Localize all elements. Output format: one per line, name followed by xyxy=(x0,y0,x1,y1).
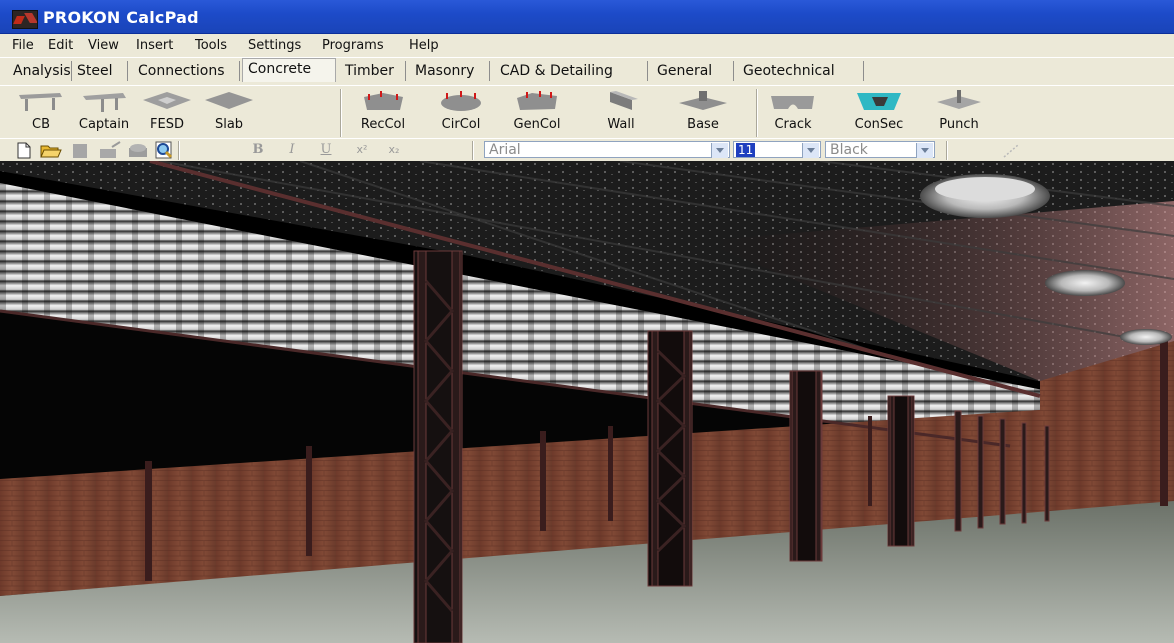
module-tabs: Analysis Steel Connections Concrete Timb… xyxy=(0,57,1174,86)
toolbar-separator xyxy=(340,89,342,137)
consec-label: ConSec xyxy=(854,117,904,132)
wall-button[interactable]: Wall xyxy=(590,86,652,138)
general-column-icon xyxy=(517,91,557,110)
flat-slab-icon xyxy=(143,92,191,109)
chevron-down-icon[interactable] xyxy=(802,143,819,158)
format-separator xyxy=(946,141,948,160)
base-button[interactable]: Base xyxy=(672,86,734,138)
font-size-value: 11 xyxy=(736,143,756,157)
circol-button[interactable]: CirCol xyxy=(430,86,492,138)
chevron-down-icon[interactable] xyxy=(916,143,933,158)
font-name-select[interactable]: Arial xyxy=(484,141,730,158)
underline-button[interactable]: U xyxy=(315,141,337,159)
tab-cad-detailing[interactable]: CAD & Detailing xyxy=(495,61,648,81)
format-separator xyxy=(472,141,474,160)
circol-label: CirCol xyxy=(441,117,481,132)
color-value: Black xyxy=(830,142,868,158)
tab-masonry[interactable]: Masonry xyxy=(410,61,490,81)
slab-label: Slab xyxy=(214,117,244,132)
menu-programs[interactable]: Programs xyxy=(322,38,384,53)
window-title: PROKON CalcPad xyxy=(43,8,199,27)
cb-button[interactable]: CB xyxy=(10,86,72,138)
menu-bar: File Edit View Insert Tools Settings Pro… xyxy=(0,34,1174,57)
tab-steel[interactable]: Steel xyxy=(72,61,128,81)
export-icon[interactable] xyxy=(98,141,122,159)
circular-column-icon xyxy=(441,91,481,111)
captain-button[interactable]: Captain xyxy=(73,86,135,138)
color-select[interactable]: Black xyxy=(825,141,935,158)
tab-analysis[interactable]: Analysis xyxy=(8,61,72,81)
base-label: Base xyxy=(687,117,719,132)
concrete-section-icon xyxy=(857,93,901,110)
wall-label: Wall xyxy=(607,117,635,132)
reccol-label: RecCol xyxy=(360,117,406,132)
toolbar-separator xyxy=(756,89,758,137)
menu-tools[interactable]: Tools xyxy=(195,38,227,53)
wall-icon xyxy=(610,91,638,110)
punch-label: Punch xyxy=(939,117,979,132)
gencol-button[interactable]: GenCol xyxy=(506,86,568,138)
crack-label: Crack xyxy=(774,117,812,132)
reccol-button[interactable]: RecCol xyxy=(352,86,414,138)
program-toolbar: CB Captain FESD Slab RecCol CirCol GenCo… xyxy=(0,85,1174,139)
save-icon[interactable] xyxy=(72,143,88,159)
bold-button[interactable]: B xyxy=(247,141,269,159)
tab-geotechnical[interactable]: Geotechnical xyxy=(738,61,864,81)
font-size-select[interactable]: 11 xyxy=(733,141,821,158)
new-document-icon[interactable] xyxy=(16,142,32,159)
tab-concrete[interactable]: Concrete xyxy=(242,58,336,82)
rectangular-column-icon xyxy=(364,91,403,110)
gencol-label: GenCol xyxy=(513,117,561,132)
slab-button[interactable]: Slab xyxy=(198,86,260,138)
continuous-beam-icon xyxy=(19,93,62,111)
title-bar: PROKON CalcPad xyxy=(0,0,1174,34)
superscript-button[interactable]: x² xyxy=(351,141,373,159)
print-preview-icon[interactable] xyxy=(154,141,174,159)
font-name-value: Arial xyxy=(489,142,521,158)
fesd-label: FESD xyxy=(150,117,184,132)
drawing-tool-icon[interactable] xyxy=(1000,143,1022,159)
render-viewport xyxy=(0,161,1174,643)
crack-width-icon xyxy=(771,96,814,109)
menu-edit[interactable]: Edit xyxy=(48,38,73,53)
italic-button[interactable]: I xyxy=(281,141,303,159)
menu-insert[interactable]: Insert xyxy=(136,38,173,53)
cb-label: CB xyxy=(32,117,50,132)
subscript-button[interactable]: x₂ xyxy=(383,141,405,159)
warehouse-render xyxy=(0,161,1174,643)
consec-button[interactable]: ConSec xyxy=(848,86,910,138)
menu-file[interactable]: File xyxy=(12,38,34,53)
captain-label: Captain xyxy=(78,117,130,132)
base-footing-icon xyxy=(679,91,727,110)
menu-settings[interactable]: Settings xyxy=(248,38,301,53)
crack-button[interactable]: Crack xyxy=(762,86,824,138)
tab-connections[interactable]: Connections xyxy=(133,61,240,81)
tab-general[interactable]: General xyxy=(652,61,734,81)
format-toolbar: B I U x² x₂ Arial 11 Black xyxy=(0,138,1174,162)
menu-view[interactable]: View xyxy=(88,38,119,53)
captain-beam-icon xyxy=(83,93,126,112)
prokon-app-icon[interactable] xyxy=(12,10,38,29)
menu-help[interactable]: Help xyxy=(409,38,439,53)
format-separator xyxy=(178,141,180,160)
print-icon[interactable] xyxy=(126,142,150,159)
tab-timber[interactable]: Timber xyxy=(340,61,406,81)
punching-shear-icon xyxy=(937,90,981,109)
chevron-down-icon[interactable] xyxy=(711,143,728,158)
punch-button[interactable]: Punch xyxy=(928,86,990,138)
fesd-button[interactable]: FESD xyxy=(136,86,198,138)
open-folder-icon[interactable] xyxy=(40,142,62,159)
slab-icon xyxy=(205,92,253,109)
